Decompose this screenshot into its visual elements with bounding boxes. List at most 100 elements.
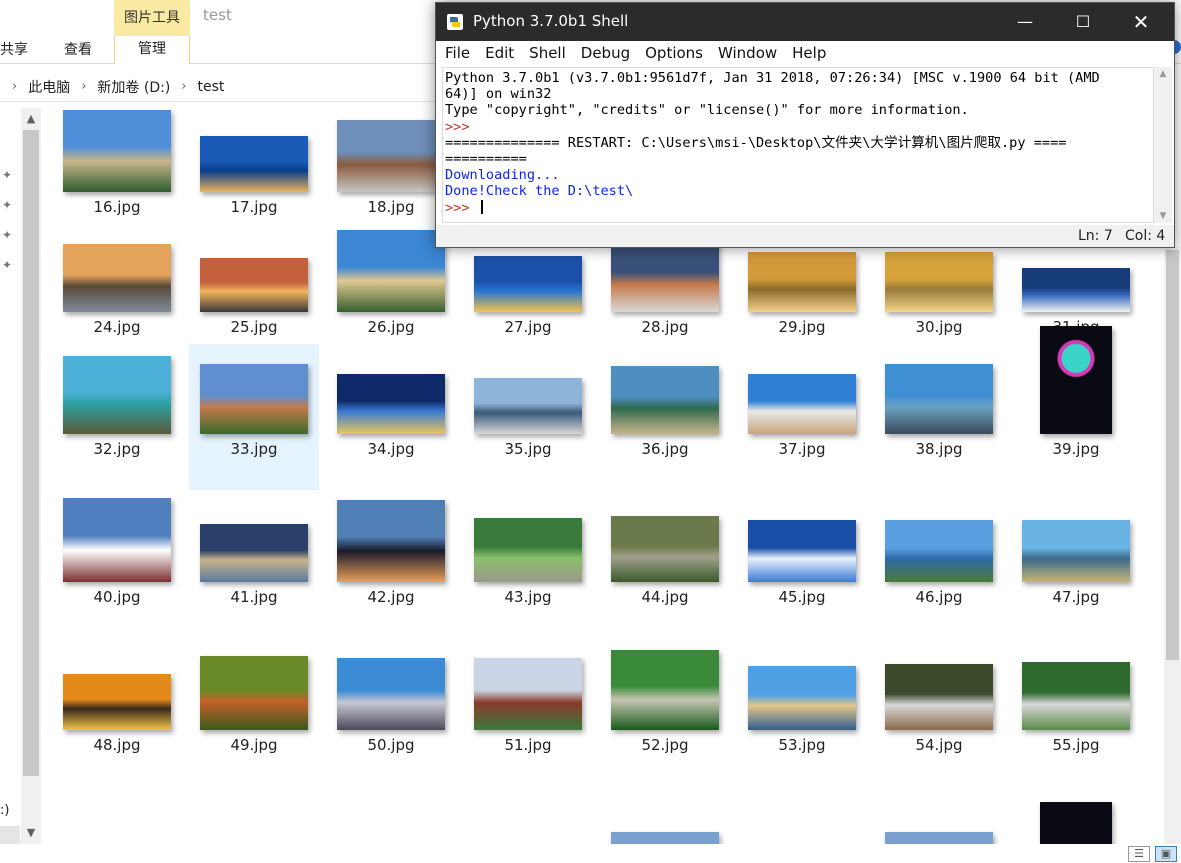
file-item[interactable]: 54.jpg xyxy=(874,640,1004,786)
breadcrumb-test[interactable]: test xyxy=(197,79,224,95)
file-name-label: 26.jpg xyxy=(367,318,415,336)
content-scrollbar[interactable] xyxy=(1164,246,1181,844)
file-item[interactable]: 50.jpg xyxy=(326,640,456,786)
file-item[interactable]: 40.jpg xyxy=(62,492,182,638)
file-item[interactable]: 36.jpg xyxy=(600,344,730,490)
tab-manage[interactable]: 管理 xyxy=(114,36,190,64)
file-name-label: 16.jpg xyxy=(93,198,141,216)
scroll-down-icon[interactable]: ▼ xyxy=(21,824,41,842)
chevron-right-icon[interactable]: › xyxy=(181,79,186,94)
thumbnail-image xyxy=(474,256,582,312)
tab-share[interactable]: 共享 xyxy=(0,38,28,62)
pin-icon[interactable]: ✦ xyxy=(2,168,16,182)
file-item[interactable]: 53.jpg xyxy=(737,640,867,786)
file-name-label: 50.jpg xyxy=(367,736,415,754)
file-name-label: 48.jpg xyxy=(93,736,141,754)
thumbnail-image xyxy=(748,520,856,582)
file-name-label: 47.jpg xyxy=(1052,588,1100,606)
details-view-icon[interactable]: ☰ xyxy=(1128,846,1150,862)
thumbnail-image xyxy=(1040,326,1112,434)
shell-output[interactable]: Python 3.7.0b1 (v3.7.0b1:9561d7f, Jan 31… xyxy=(442,67,1154,223)
breadcrumb-drive-d[interactable]: 新加卷 (D:) xyxy=(97,77,170,97)
file-name-label: 27.jpg xyxy=(504,318,552,336)
menu-debug[interactable]: Debug xyxy=(581,44,630,62)
menu-file[interactable]: File xyxy=(445,44,470,62)
file-item[interactable]: 34.jpg xyxy=(326,344,456,490)
menu-shell[interactable]: Shell xyxy=(529,44,566,62)
file-item[interactable]: 47.jpg xyxy=(1011,492,1141,638)
text-cursor xyxy=(480,199,483,214)
nav-scrollbar[interactable]: ▲ ▼ xyxy=(21,108,41,844)
file-name-label: 17.jpg xyxy=(230,198,278,216)
window-title: Python 3.7.0b1 Shell xyxy=(473,12,629,30)
chevron-right-icon[interactable]: › xyxy=(12,79,17,94)
maximize-icon[interactable]: ☐ xyxy=(1054,3,1112,41)
thumbnail-image xyxy=(1022,662,1130,730)
file-name-label: 41.jpg xyxy=(230,588,278,606)
file-item[interactable]: 41.jpg xyxy=(189,492,319,638)
status-bar xyxy=(0,844,1181,863)
file-item[interactable]: 37.jpg xyxy=(737,344,867,490)
shell-output-line: Downloading... xyxy=(445,167,560,184)
file-item[interactable]: 33.jpg xyxy=(189,344,319,490)
window-title: test xyxy=(203,6,232,24)
thumbnail-image xyxy=(200,364,308,434)
thumbnail-image xyxy=(1022,268,1130,312)
thumbnail-image xyxy=(200,136,308,192)
file-item[interactable]: 46.jpg xyxy=(874,492,1004,638)
shell-output-line: Done!Check the D:\test\ xyxy=(445,183,634,200)
file-item[interactable]: 44.jpg xyxy=(600,492,730,638)
shell-input-line[interactable]: >>> xyxy=(445,199,1153,216)
chevron-right-icon[interactable]: › xyxy=(81,79,86,94)
file-item[interactable]: 45.jpg xyxy=(737,492,867,638)
large-icons-view-icon[interactable]: ▣ xyxy=(1155,846,1177,862)
scrollbar-thumb[interactable] xyxy=(23,130,39,776)
file-item[interactable]: 52.jpg xyxy=(600,640,730,786)
file-item[interactable]: 43.jpg xyxy=(463,492,593,638)
shell-line: Python 3.7.0b1 (v3.7.0b1:9561d7f, Jan 31… xyxy=(445,70,1100,86)
file-item[interactable]: 35.jpg xyxy=(463,344,593,490)
file-name-label: 46.jpg xyxy=(915,588,963,606)
file-item[interactable]: 55.jpg xyxy=(1011,640,1141,786)
shell-scrollbar[interactable]: ▲ ▼ xyxy=(1154,67,1172,223)
menu-options[interactable]: Options xyxy=(645,44,703,62)
thumbnail-image xyxy=(611,832,719,844)
pin-icon[interactable]: ✦ xyxy=(2,198,16,212)
picture-tools-context-tab[interactable]: 图片工具 xyxy=(114,0,190,36)
scroll-down-icon[interactable]: ▼ xyxy=(1154,209,1172,223)
menu-edit[interactable]: Edit xyxy=(485,44,514,62)
pin-icon[interactable]: ✦ xyxy=(2,258,16,272)
nav-item-fragment[interactable]: :) xyxy=(0,803,9,818)
file-item[interactable]: 32.jpg xyxy=(62,344,182,490)
file-item[interactable]: 38.jpg xyxy=(874,344,1004,490)
file-item[interactable]: 51.jpg xyxy=(463,640,593,786)
file-name-label: 42.jpg xyxy=(367,588,415,606)
scroll-up-icon[interactable]: ▲ xyxy=(21,110,41,128)
thumbnail-image xyxy=(474,518,582,582)
thumbnail-image xyxy=(748,252,856,312)
file-item[interactable]: 49.jpg xyxy=(189,640,319,786)
scrollbar-thumb[interactable] xyxy=(1166,250,1179,660)
python-shell-window[interactable]: Python 3.7.0b1 Shell — ☐ ✕ File Edit She… xyxy=(435,2,1175,248)
scroll-up-icon[interactable]: ▲ xyxy=(1154,67,1172,81)
thumbnail-image xyxy=(885,520,993,582)
close-icon[interactable]: ✕ xyxy=(1112,3,1170,41)
thumbnail-image xyxy=(200,524,308,582)
pin-icon[interactable]: ✦ xyxy=(2,228,16,242)
python-logo-icon xyxy=(447,14,463,30)
tab-view[interactable]: 查看 xyxy=(64,38,92,62)
file-name-label: 38.jpg xyxy=(915,440,963,458)
menu-help[interactable]: Help xyxy=(792,44,826,62)
file-item[interactable]: 48.jpg xyxy=(62,640,182,786)
shell-line: Type "copyright", "credits" or "license(… xyxy=(445,102,969,119)
breadcrumb[interactable]: › 此电脑 › 新加卷 (D:) › test xyxy=(0,72,440,102)
thumbnail-image xyxy=(611,366,719,434)
file-item[interactable]: 42.jpg xyxy=(326,492,456,638)
line-number: Ln: 7 xyxy=(1078,228,1113,244)
file-name-label: 54.jpg xyxy=(915,736,963,754)
title-bar[interactable]: Python 3.7.0b1 Shell — ☐ ✕ xyxy=(436,3,1174,41)
breadcrumb-this-pc[interactable]: 此电脑 xyxy=(28,77,70,97)
menu-window[interactable]: Window xyxy=(718,44,777,62)
minimize-icon[interactable]: — xyxy=(996,3,1054,41)
file-item[interactable]: 39.jpg xyxy=(1011,326,1141,490)
